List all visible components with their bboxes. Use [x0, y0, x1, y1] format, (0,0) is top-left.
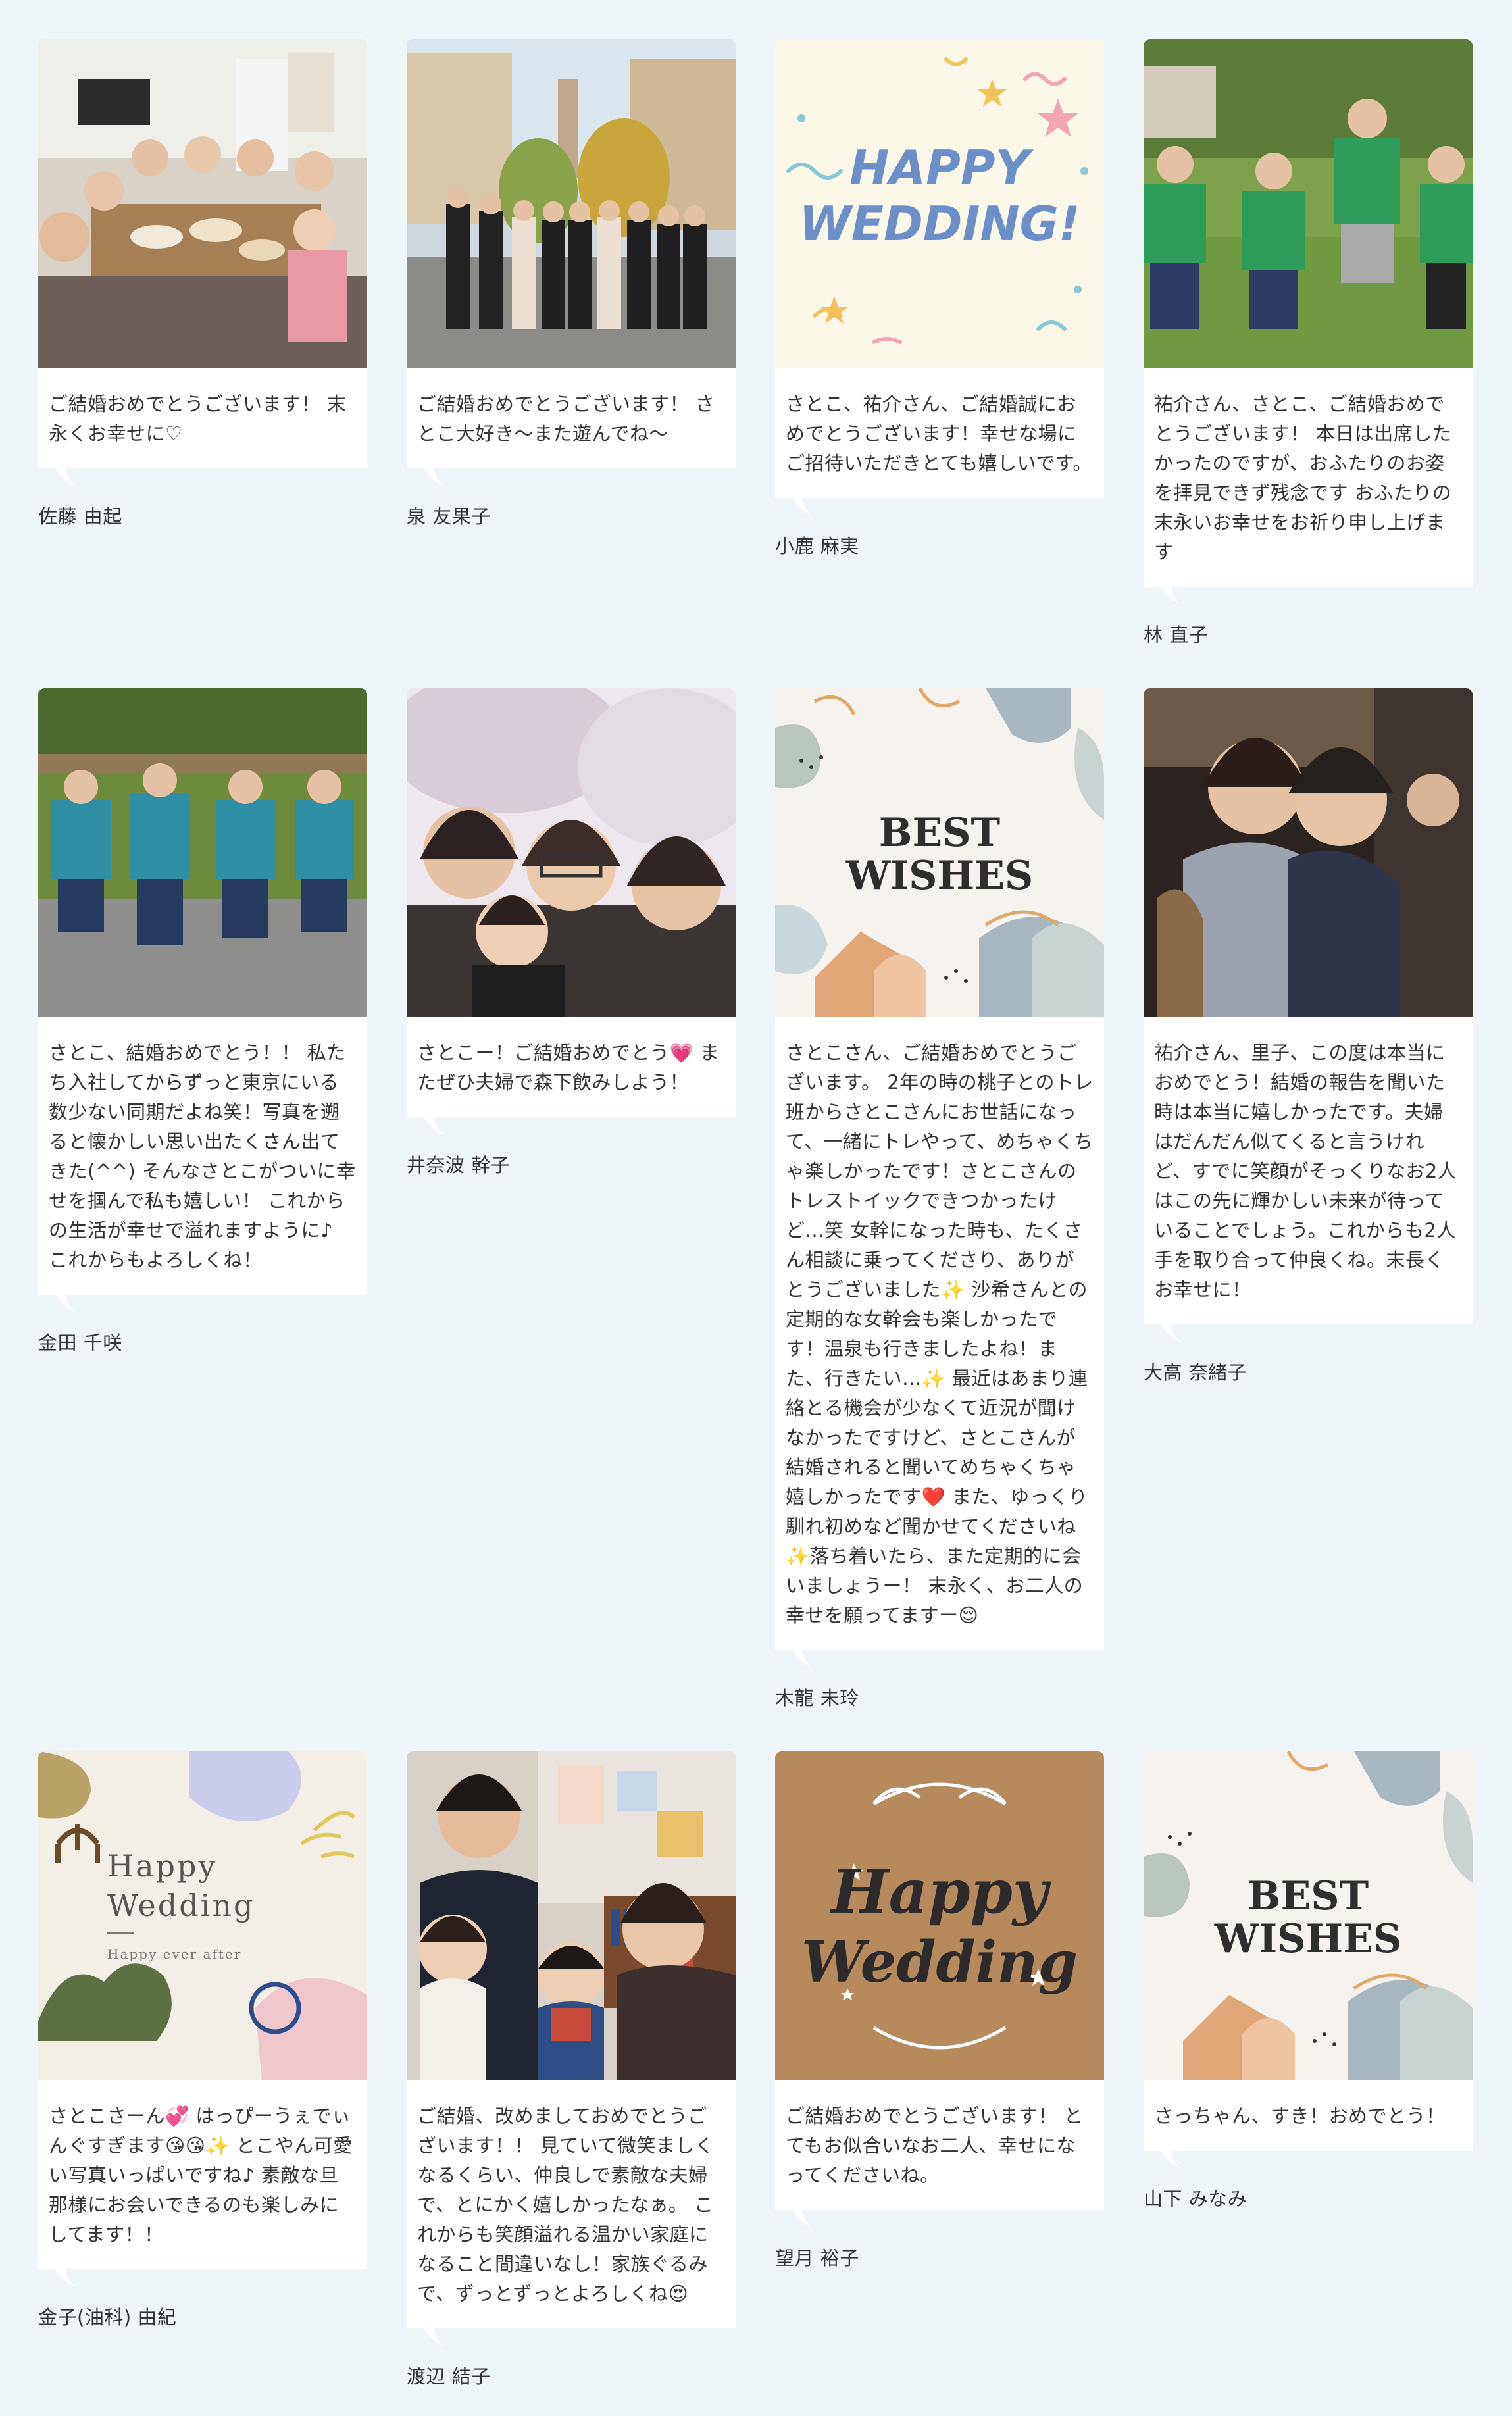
- message-text: さとこ、祐介さん、ご結婚誠におめでとうございます！幸せな場にご招待いただきとても…: [775, 368, 1104, 498]
- card-title-line2: Wedding: [801, 1929, 1078, 1996]
- speech-tail: [418, 468, 443, 490]
- speech-tail: [50, 2269, 75, 2290]
- card-photo[interactable]: [1144, 39, 1473, 368]
- message-text: ご結婚おめでとうございます！ 末永くお幸せに♡: [38, 368, 367, 468]
- message-card: BEST WISHES さっちゃん、すき！おめでとう！ 山下 みなみ: [1144, 1751, 1473, 2211]
- message-card: ご結婚おめでとうございます！ 末永くお幸せに♡ 佐藤 由起: [38, 39, 367, 529]
- message-text: ご結婚、改めましておめでとうございます！！ 見ていて微笑ましくなるくらい、仲良し…: [407, 2080, 736, 2328]
- message-text: ご結婚おめでとうございます！ さとこ大好き〜また遊んでね〜: [407, 368, 736, 468]
- message-card: Happy Wedding ご結婚おめでとうございます！ とてもお似合いなお二人…: [775, 1751, 1104, 2271]
- author-name: 渡辺 結子: [407, 2365, 491, 2388]
- card-title-line1: Happy: [830, 1856, 1051, 1927]
- message-card: ご結婚、改めましておめでとうございます！！ 見ていて微笑ましくなるくらい、仲良し…: [407, 1751, 736, 2389]
- card-photo[interactable]: [407, 688, 736, 1017]
- card-photo[interactable]: BEST WISHES: [1144, 1751, 1473, 2080]
- speech-tail: [1155, 587, 1180, 608]
- card-photo[interactable]: [407, 1751, 736, 2080]
- message-card: さとこ、結婚おめでとう！！ 私たち入社してからずっと東京にいる数少ない同期だよね…: [38, 688, 367, 1355]
- message-card: 祐介さん、里子、この度は本当におめでとう！結婚の報告を聞いた時は本当に嬉しかった…: [1144, 688, 1473, 1385]
- author-name: 井奈波 幹子: [407, 1154, 511, 1176]
- message-text: さっちゃん、すき！おめでとう！: [1144, 2080, 1473, 2151]
- card-title-line2: WISHES: [1214, 1916, 1402, 1962]
- author-name: 望月 裕子: [775, 2247, 859, 2269]
- speech-tail: [1155, 2151, 1180, 2172]
- message-text: 祐介さん、里子、この度は本当におめでとう！結婚の報告を聞いた時は本当に嬉しかった…: [1144, 1017, 1473, 1324]
- card-title-line2: Wedding: [107, 1888, 255, 1923]
- speech-tail: [418, 1117, 443, 1138]
- message-text: さとこさん、ご結婚おめでとうございます。 2年の時の桃子とのトレ班からさとこさん…: [775, 1017, 1104, 1650]
- message-card: ご結婚おめでとうございます！ さとこ大好き〜また遊んでね〜 泉 友果子: [407, 39, 736, 529]
- speech-tail: [1155, 1324, 1180, 1346]
- author-name: 大高 奈緒子: [1144, 1361, 1247, 1384]
- message-card: 祐介さん、さとこ、ご結婚おめでとうございます！ 本日は出席したかったのですが、お…: [1144, 39, 1473, 647]
- card-title-line1: HAPPY: [849, 140, 1034, 195]
- card-title-line1: Happy: [107, 1848, 217, 1884]
- message-card: さとこー！ご結婚おめでとう💗 またぜひ夫婦で森下飲みしよう！ 井奈波 幹子: [407, 688, 736, 1178]
- card-photo[interactable]: [38, 688, 367, 1017]
- speech-tail: [50, 1295, 75, 1316]
- message-text: さとこー！ご結婚おめでとう💗 またぜひ夫婦で森下飲みしよう！: [407, 1017, 736, 1117]
- card-photo[interactable]: [1144, 688, 1473, 1017]
- card-subtitle: Happy ever after: [107, 1946, 241, 1962]
- speech-tail: [787, 2210, 812, 2231]
- card-photo[interactable]: [38, 39, 367, 368]
- author-name: 山下 みなみ: [1144, 2188, 1247, 2210]
- card-photo[interactable]: Happy Wedding Happy ever after: [38, 1751, 367, 2080]
- author-name: 金子(油科) 由紀: [38, 2306, 177, 2328]
- card-title-line2: WEDDING!: [799, 196, 1080, 251]
- author-name: 金田 千咲: [38, 1332, 122, 1354]
- speech-tail: [50, 468, 75, 490]
- speech-tail: [787, 498, 812, 519]
- speech-tail: [418, 2328, 443, 2350]
- card-photo[interactable]: Happy Wedding: [775, 1751, 1104, 2080]
- speech-tail: [787, 1650, 812, 1671]
- author-name: 木龍 未玲: [775, 1687, 859, 1709]
- message-card: BEST WISHES さとこさん、ご結婚おめでとうございます。 2年の時の桃子…: [775, 688, 1104, 1711]
- message-card: HAPPY WEDDING! さとこ、祐介さん、ご結婚誠におめでとうございます！…: [775, 39, 1104, 559]
- message-text: 祐介さん、さとこ、ご結婚おめでとうございます！ 本日は出席したかったのですが、お…: [1144, 368, 1473, 587]
- card-title-line2: WISHES: [845, 853, 1034, 899]
- author-name: 佐藤 由起: [38, 505, 122, 528]
- card-photo[interactable]: BEST WISHES: [775, 688, 1104, 1017]
- author-name: 泉 友果子: [407, 505, 491, 528]
- message-text: さとこ、結婚おめでとう！！ 私たち入社してからずっと東京にいる数少ない同期だよね…: [38, 1017, 367, 1295]
- message-text: さとこさーん💞 はっぴーうぇでぃんぐすぎます😘😘✨ とこやん可愛い写真いっぱいで…: [38, 2080, 367, 2269]
- card-photo[interactable]: [407, 39, 736, 368]
- card-photo[interactable]: HAPPY WEDDING!: [775, 39, 1104, 368]
- card-title-line1: BEST: [1247, 1873, 1369, 1919]
- message-card: Happy Wedding Happy ever after さとこさーん💞 は…: [38, 1751, 367, 2330]
- card-title-line1: BEST: [879, 810, 1001, 856]
- author-name: 小鹿 麻実: [775, 535, 859, 557]
- message-text: ご結婚おめでとうございます！ とてもお似合いなお二人、幸せになってくださいね。: [775, 2080, 1104, 2210]
- author-name: 林 直子: [1144, 624, 1209, 646]
